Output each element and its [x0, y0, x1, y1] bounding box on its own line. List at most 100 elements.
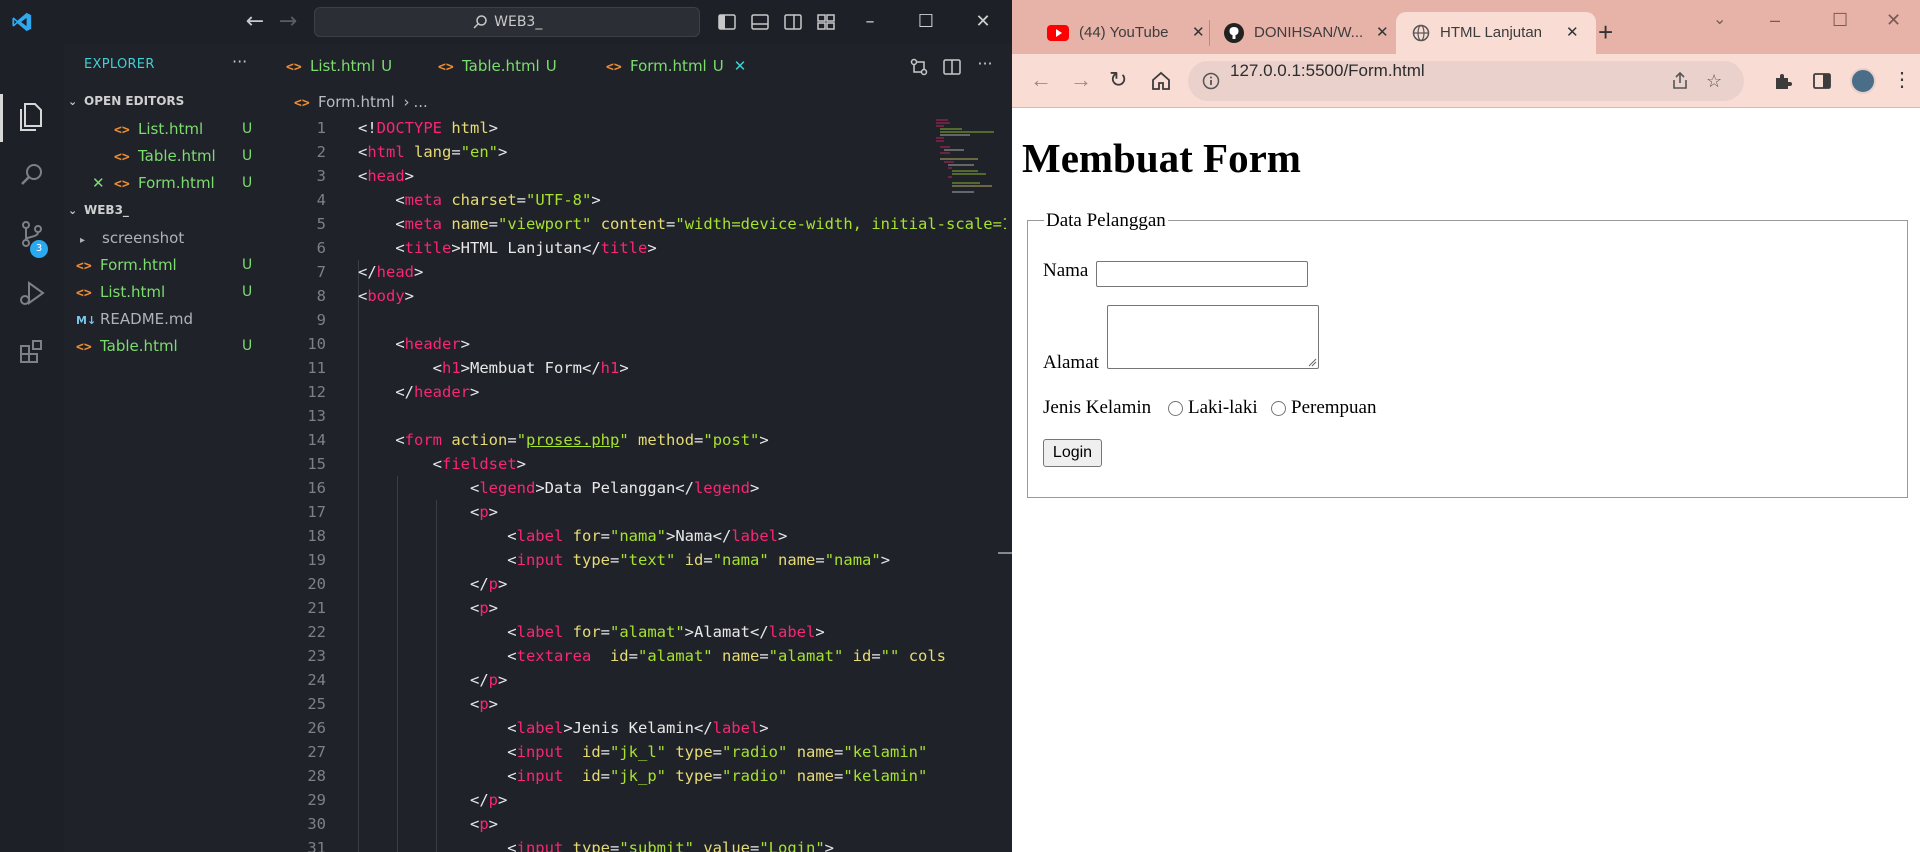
scrollbar-marker[interactable]: [998, 552, 1012, 554]
line-number: 18: [307, 527, 326, 545]
line-content: <input id="jk_l" type="radio" name="kela…: [358, 743, 928, 761]
tab-youtube[interactable]: (44) YouTube ✕: [1022, 12, 1212, 54]
close-window-icon[interactable]: ✕: [968, 8, 998, 36]
close-tab-icon[interactable]: ✕: [734, 57, 747, 75]
breadcrumb-rest[interactable]: ...: [414, 93, 428, 111]
line-content: <legend>Data Pelanggan</legend>: [358, 479, 760, 497]
line-content: <p>: [358, 695, 499, 713]
page-heading: Membuat Form: [1022, 135, 1301, 181]
tab-label: List.html: [310, 57, 376, 75]
close-tab-icon[interactable]: ✕: [1566, 12, 1579, 54]
profile-avatar[interactable]: [1850, 68, 1876, 94]
minimize-icon[interactable]: –: [1770, 8, 1780, 32]
tab-list-html[interactable]: <> List.html U: [286, 44, 392, 88]
line-number: 9: [316, 311, 326, 329]
line-content: <textarea id="alamat" name="alamat" id="…: [358, 647, 947, 665]
line-content: <fieldset>: [358, 455, 526, 473]
tab-html-lanjutan-active[interactable]: HTML Lanjutan ✕: [1396, 12, 1596, 54]
tab-label: Table.html: [462, 57, 540, 75]
file-table-html[interactable]: <> Table.html U: [64, 333, 276, 360]
tab-form-html-active[interactable]: <> Form.html U ✕: [606, 44, 746, 88]
line-content: <label>Jenis Kelamin</label>: [358, 719, 769, 737]
code-line: 20 </p>: [276, 572, 1012, 596]
home-icon[interactable]: [1150, 70, 1172, 92]
code-editor[interactable]: 1 <!DOCTYPE html> 2 <html lang="en"> 3 <hea…: [276, 116, 1012, 852]
extensions-icon[interactable]: [12, 332, 52, 372]
nama-input[interactable]: [1096, 261, 1308, 287]
git-status: U: [242, 284, 253, 300]
more-actions-icon[interactable]: ···: [974, 54, 996, 76]
code-line: 18 <label for="nama">Nama</label>: [276, 524, 1012, 548]
split-editor-icon[interactable]: [941, 56, 963, 78]
minimize-icon[interactable]: –: [855, 8, 885, 36]
line-number: 23: [307, 647, 326, 665]
address-bar[interactable]: 127.0.0.1:5500/Form.html ☆: [1188, 61, 1744, 101]
extensions-puzzle-icon[interactable]: [1772, 70, 1794, 92]
resize-handle-icon[interactable]: [1307, 357, 1317, 367]
open-editor-table-html[interactable]: <> Table.html U: [64, 143, 276, 170]
bookmark-star-icon[interactable]: ☆: [1706, 71, 1722, 92]
close-tab-icon[interactable]: ✕: [1192, 12, 1205, 54]
scm-count-badge: 3: [30, 240, 48, 258]
close-tab-icon[interactable]: ✕: [1376, 12, 1389, 54]
forward-arrow-icon[interactable]: →: [276, 10, 300, 34]
explorer-files-icon[interactable]: [12, 96, 52, 136]
line-content: </head>: [358, 263, 424, 281]
back-arrow-icon[interactable]: ←: [243, 10, 267, 34]
toggle-secondary-sidebar-icon[interactable]: [782, 11, 804, 33]
html-file-icon: <>: [114, 150, 130, 165]
open-editor-form-html[interactable]: ✕ <> Form.html U: [64, 170, 276, 197]
line-number: 27: [307, 743, 326, 761]
line-number: 30: [307, 815, 326, 833]
more-actions-icon[interactable]: ···: [232, 52, 247, 71]
reload-icon[interactable]: ↻: [1109, 67, 1127, 93]
code-line: 9: [276, 308, 1012, 332]
git-status: U: [242, 121, 253, 137]
tab-title: HTML Lanjutan: [1440, 24, 1542, 41]
maximize-icon[interactable]: ☐: [911, 8, 941, 36]
radio-laki-laki[interactable]: [1168, 401, 1183, 416]
share-icon[interactable]: [1670, 71, 1690, 91]
login-submit-button[interactable]: Login: [1043, 439, 1102, 467]
line-content: <h1>Membuat Form</h1>: [358, 359, 629, 377]
workspace-section[interactable]: ⌄ WEB3_: [64, 199, 276, 221]
customize-layout-icon[interactable]: [815, 11, 837, 33]
line-number: 4: [316, 191, 326, 209]
alamat-textarea[interactable]: [1107, 305, 1319, 369]
line-number: 26: [307, 719, 326, 737]
open-editor-list-html[interactable]: <> List.html U: [64, 116, 276, 143]
close-window-icon[interactable]: ✕: [1886, 8, 1901, 32]
close-editor-icon[interactable]: ✕: [92, 170, 114, 197]
open-editors-section[interactable]: ⌄ OPEN EDITORS: [64, 90, 276, 112]
minimap[interactable]: [934, 116, 994, 196]
radio-perempuan[interactable]: [1271, 401, 1286, 416]
open-changes-icon[interactable]: [908, 56, 930, 78]
search-icon[interactable]: [12, 155, 52, 195]
site-info-icon[interactable]: [1202, 72, 1220, 90]
line-content: <header>: [358, 335, 471, 353]
tab-search-chevron-icon[interactable]: ⌄: [1713, 8, 1726, 32]
file-readme-md[interactable]: M↓ README.md: [64, 306, 276, 333]
toggle-sidebar-icon[interactable]: [716, 11, 738, 33]
url-text[interactable]: 127.0.0.1:5500/Form.html: [1230, 61, 1425, 81]
menu-kebab-icon[interactable]: ⋮: [1892, 67, 1912, 93]
breadcrumb-file[interactable]: Form.html: [318, 93, 395, 111]
folder-screenshot[interactable]: ▸ screenshot: [64, 225, 276, 252]
command-center-search[interactable]: WEB3_: [314, 7, 700, 37]
fieldset-data-pelanggan: Data Pelanggan Nama Alamat Jenis Kelamin…: [1027, 210, 1908, 498]
maximize-icon[interactable]: ☐: [1832, 8, 1848, 32]
new-tab-icon[interactable]: +: [1598, 18, 1613, 46]
code-line: 12 </header>: [276, 380, 1012, 404]
run-debug-icon[interactable]: [12, 273, 52, 313]
tab-github[interactable]: DONIHSAN/W... ✕: [1212, 12, 1402, 54]
forward-arrow-icon[interactable]: →: [1070, 67, 1092, 93]
active-indicator: [0, 94, 3, 142]
code-line: 6 <title>HTML Lanjutan</title>: [276, 236, 1012, 260]
back-arrow-icon[interactable]: ←: [1030, 67, 1052, 93]
file-list-html[interactable]: <> List.html U: [64, 279, 276, 306]
chrome-toolbar: ← → ↻ 127.0.0.1:5500/Form.html ☆ ⋮: [1012, 54, 1920, 108]
side-panel-icon[interactable]: [1812, 71, 1832, 91]
tab-table-html[interactable]: <> Table.html U: [438, 44, 557, 88]
toggle-panel-icon[interactable]: [749, 11, 771, 33]
file-form-html[interactable]: <> Form.html U: [64, 252, 276, 279]
